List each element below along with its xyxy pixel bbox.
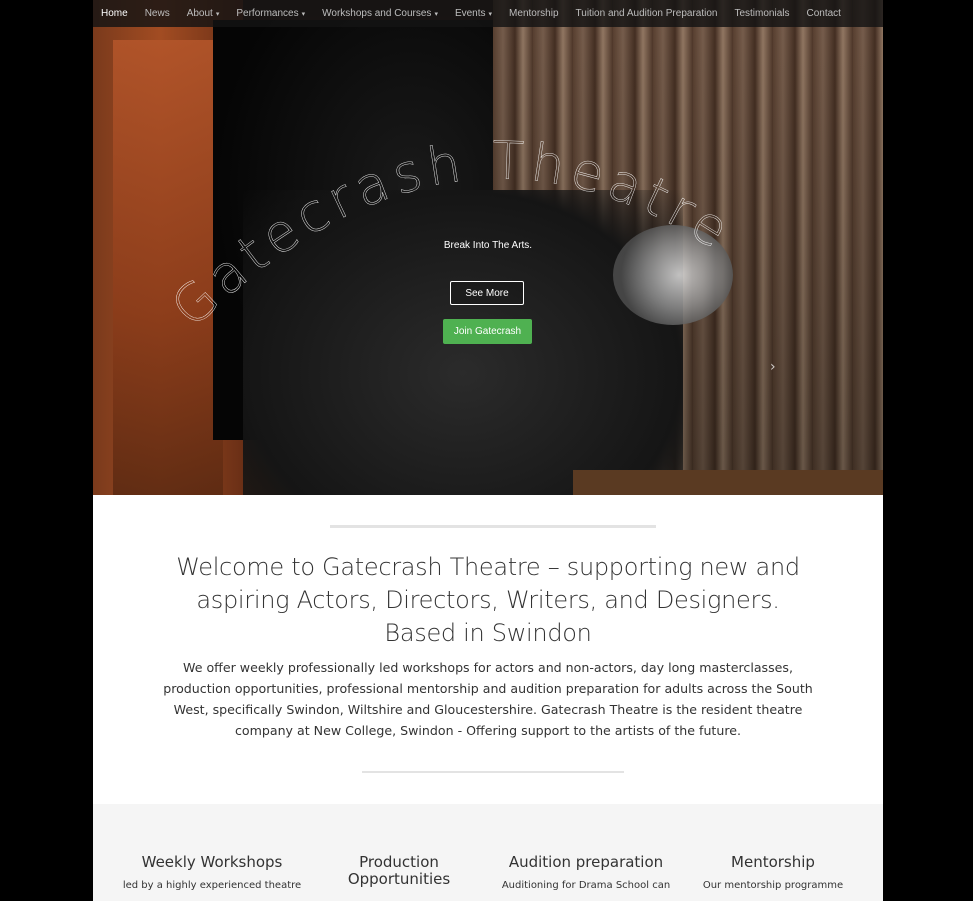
see-more-button[interactable]: See More	[450, 281, 524, 305]
feature-title: Production Opportunities	[304, 854, 494, 888]
feature-title-line: Opportunities	[347, 870, 451, 888]
feature-title-line: Weekly Workshops	[141, 853, 283, 871]
feature-weekly-workshops: Weekly Workshops led by a highly experie…	[117, 854, 307, 892]
welcome-heading-line: aspiring Actors, Directors, Writers, and…	[196, 586, 780, 614]
main-navigation: Home News About ▾ Performances ▾ Workshops…	[93, 0, 883, 27]
nav-item-home[interactable]: Home	[101, 8, 128, 19]
nav-item-events[interactable]: Events ▾	[455, 8, 492, 19]
feature-title: Mentorship	[678, 854, 868, 871]
hero-tagline: Break Into The Arts.	[443, 240, 533, 251]
section-divider	[330, 525, 656, 528]
welcome-description: We offer weekly professionally led works…	[158, 657, 818, 741]
nav-item-workshops[interactable]: Workshops and Courses ▾	[322, 8, 438, 19]
welcome-heading: Welcome to Gatecrash Theatre – supportin…	[153, 551, 823, 650]
feature-production-opportunities: Production Opportunities	[304, 854, 494, 888]
welcome-body-line: West, specifically Swindon, Wiltshire an…	[173, 702, 803, 717]
carousel-next-arrow-icon[interactable]: ›	[770, 359, 776, 375]
features-section: Weekly Workshops led by a highly experie…	[93, 804, 883, 901]
welcome-body-line: We offer weekly professionally led works…	[183, 660, 793, 675]
welcome-body-line: company at New College, Swindon - Offeri…	[234, 723, 742, 738]
feature-title-line: Audition preparation	[508, 853, 664, 871]
chevron-down-icon: ▾	[488, 11, 493, 18]
hero-title-text: Gatecrash Theatre	[160, 131, 738, 339]
feature-title-line: Mentorship	[731, 853, 815, 871]
nav-item-testimonials[interactable]: Testimonials	[734, 8, 789, 19]
feature-text: Auditioning for Drama School can	[501, 880, 671, 891]
nav-item-contact[interactable]: Contact	[807, 8, 841, 19]
feature-text: Our mentorship programme	[702, 880, 844, 891]
welcome-heading-line: Based in Swindon	[384, 619, 592, 647]
page: Gatecrash Theatre Break Into The Arts. S…	[93, 0, 883, 901]
hero-carousel: Gatecrash Theatre Break Into The Arts. S…	[93, 0, 883, 495]
feature-mentorship: Mentorship Our mentorship programme	[678, 854, 868, 892]
section-divider	[362, 771, 624, 773]
svg-text:Gatecrash Theatre: Gatecrash Theatre	[160, 131, 744, 339]
nav-item-news[interactable]: News	[145, 8, 170, 19]
nav-item-about[interactable]: About ▾	[187, 8, 220, 19]
feature-title: Weekly Workshops	[117, 854, 307, 871]
chevron-down-icon: ▾	[434, 11, 438, 18]
feature-audition-preparation: Audition preparation Auditioning for Dra…	[491, 854, 681, 892]
feature-title-line: Production	[359, 853, 439, 871]
welcome-body-line: production opportunities, professional m…	[163, 681, 813, 696]
feature-text: led by a highly experienced theatre	[122, 880, 302, 891]
nav-item-tuition[interactable]: Tuition and Audition Preparation	[576, 8, 718, 19]
join-gatecrash-button[interactable]: Join Gatecrash	[443, 319, 532, 344]
feature-title: Audition preparation	[491, 854, 681, 871]
nav-item-mentorship[interactable]: Mentorship	[509, 8, 558, 19]
nav-item-performances[interactable]: Performances ▾	[236, 8, 305, 19]
chevron-down-icon: ▾	[215, 11, 220, 18]
welcome-heading-line: Welcome to Gatecrash Theatre – supportin…	[176, 553, 800, 581]
chevron-down-icon: ▾	[301, 11, 306, 18]
